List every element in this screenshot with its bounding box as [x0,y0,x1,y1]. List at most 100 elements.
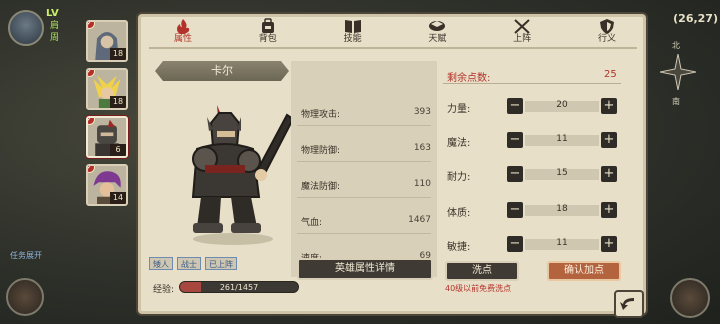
tab-label: 技能 [343,34,362,44]
tab-divider [149,47,637,49]
decrease-button[interactable]: − [507,98,523,114]
tab-attributes[interactable]: 属性 [159,17,207,47]
hero-level: 18 [110,48,126,60]
alloc-row-stamina: 耐力: − 15 + [447,165,619,185]
hud-side-char: 周 [50,33,60,43]
tab-label: 背包 [258,34,277,44]
hero-detail-button[interactable]: 英雄属性详情 [297,258,433,280]
decrease-button[interactable]: − [507,202,523,218]
flame-icon [177,19,190,34]
alloc-value: 11 [556,134,568,144]
alloc-label: 体质: [447,208,471,219]
hero-slot-selected[interactable]: ✓ 6 [86,116,128,158]
hero-level: 18 [110,96,126,108]
hero-tag-race: 矮人 [149,257,173,270]
hero-slot[interactable]: ✓ 18 [86,20,128,62]
alloc-value: 15 [556,168,568,178]
stat-divider [297,161,431,162]
hero-name: 卡尔 [155,61,289,81]
tab-label: 行义 [597,34,616,44]
hero-stats-list: 物理攻击: 393 物理防御: 163 魔法防御: 110 气血: 1467 速… [291,61,437,277]
backpack-icon [261,18,274,33]
increase-button[interactable]: + [601,166,617,182]
tab-label: 上阵 [513,34,532,44]
player-level-label: LV [46,8,59,19]
stat-value: 1467 [408,215,431,225]
hud-side-char: 肩 [50,21,60,31]
increase-button[interactable]: + [601,236,617,252]
reset-points-button[interactable]: 洗点 [445,261,519,281]
tab-skills[interactable]: 技能 [329,17,377,47]
exp-bar: 261/1457 [179,281,299,293]
exp-value: 261/1457 [219,283,259,292]
compass: 北 南 [652,40,704,110]
stat-label: 魔法防御: [301,182,341,192]
reset-points-note: 40级以前免费洗点 [445,284,512,293]
remaining-points-value: 25 [604,69,617,80]
alloc-row-agility: 敏捷: − 11 + [447,235,619,255]
hero-slot[interactable]: ✓ 14 [86,164,128,206]
decrease-button[interactable]: − [507,166,523,182]
increase-button[interactable]: + [601,98,617,114]
remaining-points-divider [443,83,621,84]
tab-backpack[interactable]: 背包 [244,17,292,47]
bottom-right-action-button[interactable] [670,278,710,318]
stat-label: 气血: [301,218,323,228]
tab-label: 天赋 [428,34,447,44]
scroll-icon [429,21,446,31]
tab-talents[interactable]: 天赋 [413,17,461,47]
compass-north-label: 北 [672,41,680,50]
shield-icon [599,19,614,34]
stat-row: 气血: 1467 [291,211,437,231]
tab-righteousness[interactable]: 行义 [583,17,631,47]
compass-rose-icon [660,54,696,90]
hero-level: 6 [110,144,126,156]
increase-button[interactable]: + [601,202,617,218]
hero-list: ✓ 18 ✓ 18 ✓ 6 ✓ 14 [80,18,160,256]
back-arrow-icon[interactable] [614,290,644,318]
increase-button[interactable]: + [601,132,617,148]
confirm-allocation-button[interactable]: 确认加点 [547,261,621,281]
stat-label: 物理防御: [301,146,341,156]
hero-tag-class: 战士 [177,257,201,270]
alloc-value: 20 [556,100,568,110]
hero-level: 14 [110,192,126,204]
alloc-row-magic: 魔法: − 11 + [447,131,619,151]
remaining-points-label: 剩余点数: [447,73,491,84]
alloc-label: 耐力: [447,172,471,183]
stat-row: 物理攻击: 393 [291,103,437,123]
bottom-left-action-button[interactable] [6,278,44,316]
tab-deploy[interactable]: 上阵 [498,17,546,47]
hero-attribute-panel: 属性 背包 技能 天赋 上阵 行义 卡尔 矮人 战士 已上阵 经验: 261/1… [138,14,646,314]
alloc-row-strength: 力量: − 20 + [447,97,619,117]
stat-row: 物理防御: 163 [291,139,437,159]
alloc-label: 敏捷: [447,242,471,253]
stat-row: 魔法防御: 110 [291,175,437,195]
hero-tags: 矮人 战士 已上阵 [149,257,237,270]
decrease-button[interactable]: − [507,132,523,148]
hero-slot[interactable]: ✓ 18 [86,68,128,110]
player-avatar[interactable] [8,10,44,46]
hero-figure [191,105,295,245]
stat-divider [297,233,431,234]
hero-tag-status: 已上阵 [205,257,237,270]
decrease-button[interactable]: − [507,236,523,252]
alloc-label: 力量: [447,104,471,115]
stat-divider [297,197,431,198]
exp-label: 经验: [153,285,175,295]
map-coordinates: (26,27) [673,12,718,25]
stat-value: 110 [413,179,431,189]
compass-south-label: 南 [672,97,680,106]
stat-divider [297,125,431,126]
hud-side-text: 肩 周 [50,20,59,44]
alloc-value: 11 [556,238,568,248]
book-icon [344,20,361,33]
alloc-row-constitution: 体质: − 18 + [447,201,619,221]
quest-expand-toggle[interactable]: 任务展开 [10,250,42,261]
stat-value: 163 [413,143,431,153]
tab-label: 属性 [173,34,192,44]
alloc-value: 18 [556,204,568,214]
panel-tabs: 属性 背包 技能 天赋 上阵 行义 [141,17,643,47]
alloc-label: 魔法: [447,138,471,149]
stat-value: 393 [413,107,431,117]
